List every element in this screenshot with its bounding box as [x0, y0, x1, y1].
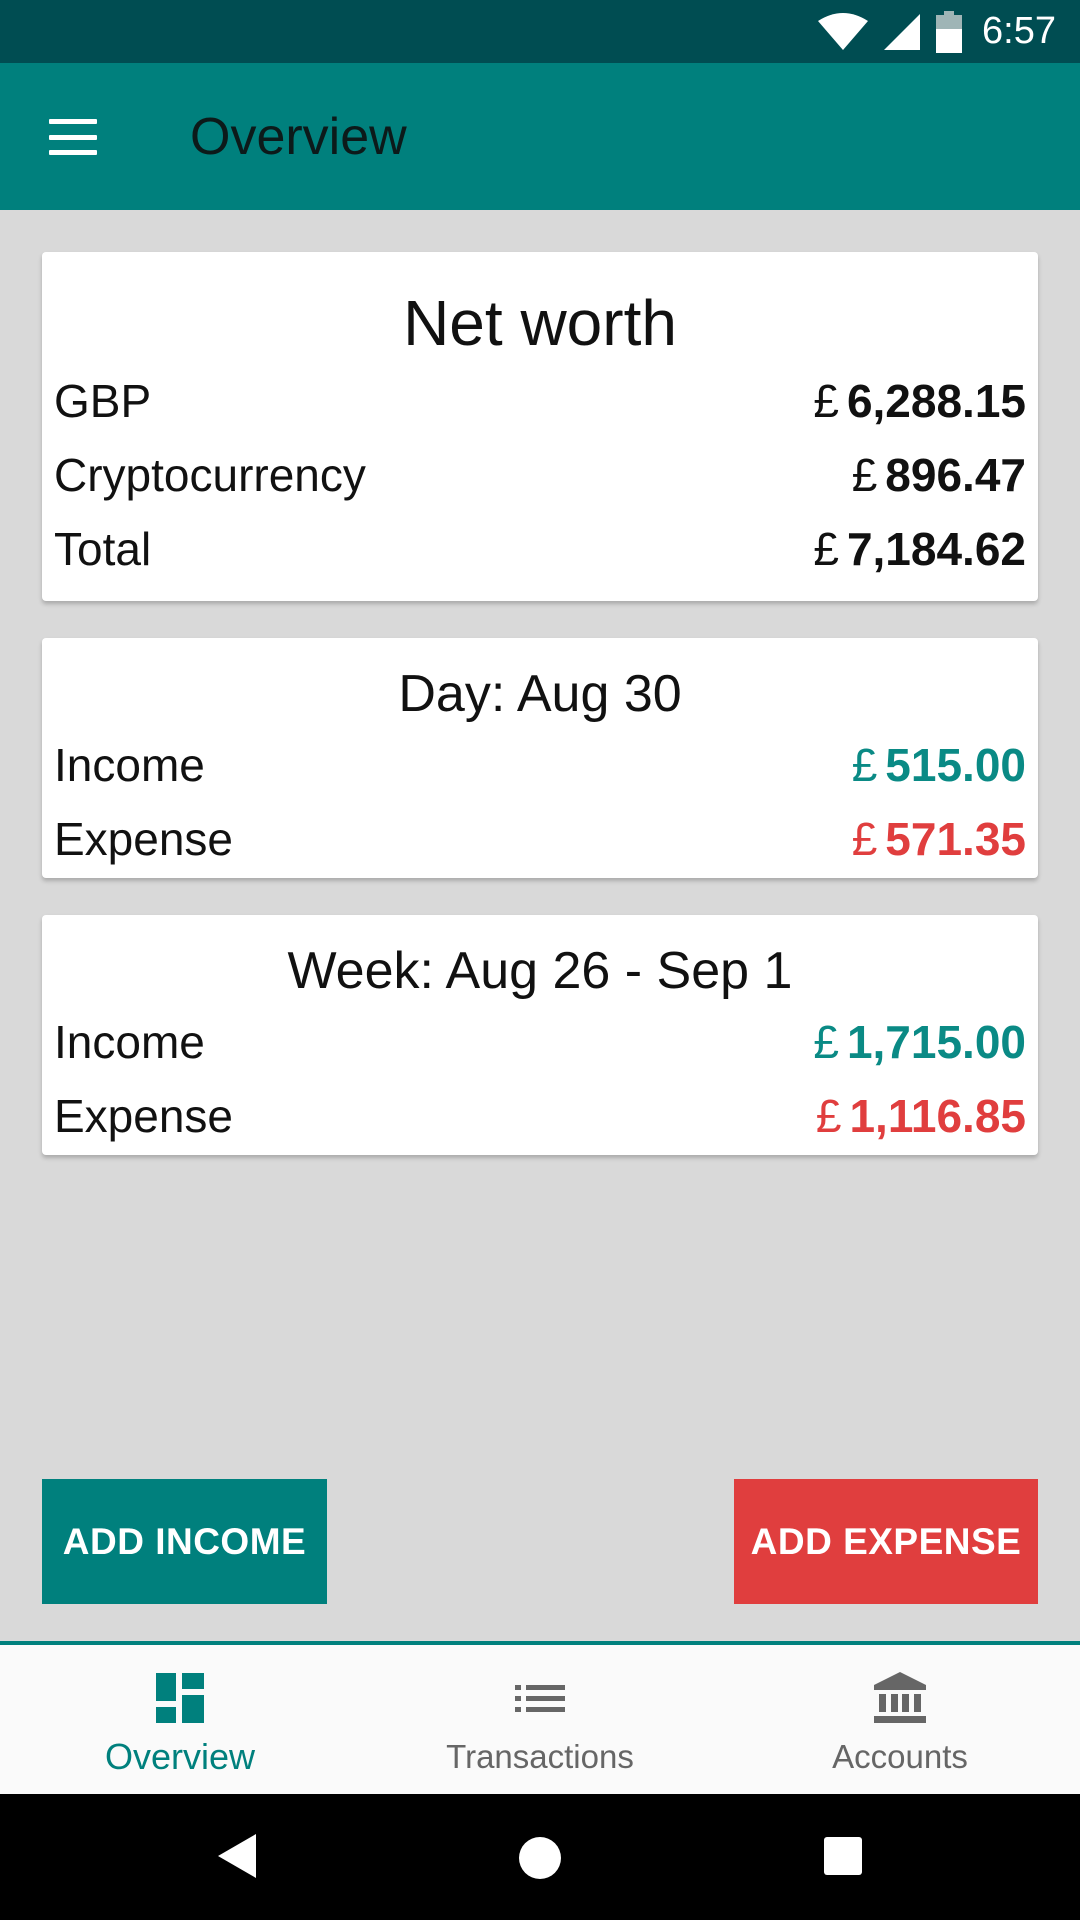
expense-amount: £571.35 [851, 813, 1026, 865]
day-summary-card[interactable]: Day: Aug 30 Income £515.00 Expense £571.… [42, 638, 1038, 878]
tab-overview[interactable]: Overview [0, 1645, 360, 1794]
net-worth-title: Net worth [403, 287, 677, 359]
add-income-button[interactable]: ADD INCOME [42, 1479, 327, 1604]
home-icon[interactable] [518, 1836, 562, 1880]
row-label: GBP [54, 375, 152, 427]
net-worth-row-crypto: Cryptocurrency £896.47 [42, 438, 1038, 512]
hamburger-menu-icon[interactable] [49, 119, 97, 155]
row-label: Expense [54, 813, 234, 865]
tab-transactions[interactable]: Transactions [360, 1645, 720, 1794]
status-icons: 6:57 [818, 0, 1056, 63]
row-label: Cryptocurrency [54, 449, 366, 501]
tab-label: Transactions [446, 1738, 634, 1775]
net-worth-card: Net worth GBP £6,288.15 Cryptocurrency £… [42, 252, 1038, 601]
income-amount: £1,715.00 [813, 1016, 1026, 1068]
row-label: Total [54, 523, 152, 575]
day-title: Day: Aug 30 [398, 665, 682, 723]
net-worth-row-gbp: GBP £6,288.15 [42, 364, 1038, 438]
income-amount: £515.00 [851, 739, 1026, 791]
week-summary-card[interactable]: Week: Aug 26 - Sep 1 Income £1,715.00 Ex… [42, 915, 1038, 1155]
row-amount: £896.47 [851, 449, 1026, 501]
day-expense-row: Expense £571.35 [42, 802, 1038, 876]
add-expense-button[interactable]: ADD EXPENSE [734, 1479, 1038, 1604]
row-amount: £6,288.15 [813, 375, 1026, 427]
day-income-row: Income £515.00 [42, 728, 1038, 802]
app-bar: Overview [0, 63, 1080, 210]
dashboard-icon [156, 1673, 204, 1723]
recents-icon[interactable] [823, 1836, 863, 1876]
row-label: Income [54, 739, 205, 791]
tab-label: Overview [104, 1736, 256, 1777]
system-navigation-bar [0, 1794, 1080, 1920]
tab-label: Accounts [832, 1738, 968, 1775]
page-title: Overview [190, 108, 407, 166]
cell-signal-icon [884, 13, 921, 50]
status-bar: 6:57 [0, 0, 1080, 63]
status-time: 6:57 [982, 10, 1056, 52]
battery-icon [936, 10, 963, 53]
back-icon[interactable] [216, 1832, 258, 1880]
week-title: Week: Aug 26 - Sep 1 [287, 942, 793, 1000]
list-icon [515, 1685, 565, 1712]
bottom-navigation: Overview Transactions Accounts [0, 1641, 1080, 1794]
net-worth-row-total: Total £7,184.62 [42, 512, 1038, 586]
week-income-row: Income £1,715.00 [42, 1005, 1038, 1079]
bank-icon [874, 1672, 926, 1723]
week-expense-row: Expense £1,116.85 [42, 1079, 1038, 1153]
wifi-icon [818, 12, 869, 50]
row-label: Income [54, 1016, 205, 1068]
row-label: Expense [54, 1090, 234, 1142]
expense-amount: £1,116.85 [815, 1090, 1026, 1142]
row-amount: £7,184.62 [813, 523, 1026, 575]
tab-accounts[interactable]: Accounts [720, 1645, 1080, 1794]
